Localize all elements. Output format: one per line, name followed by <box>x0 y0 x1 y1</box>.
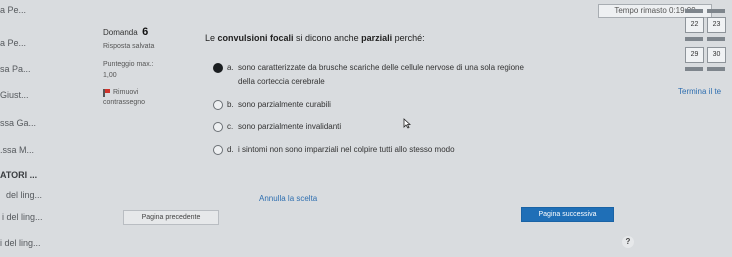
option-text: sono parzialmente curabili <box>238 100 331 109</box>
next-page-button[interactable]: Pagina successiva <box>521 207 614 222</box>
answer-option-c[interactable]: c. sono parzialmente invalidanti <box>213 122 413 134</box>
sidebar-item[interactable]: i del ling... <box>2 212 43 222</box>
flag-label-2: contrassegno <box>103 99 146 106</box>
option-text: sono caratterizzate da brusche scariche … <box>238 63 524 72</box>
radio-button[interactable] <box>213 145 223 155</box>
help-icon[interactable]: ? <box>622 236 634 248</box>
question-text-part: si dicono anche <box>293 33 362 43</box>
nav-status-bar <box>707 37 725 41</box>
quiz-nav-button[interactable]: 23 <box>707 17 726 33</box>
score-label: Punteggio max.: <box>103 61 154 68</box>
option-text: i sintomi non sono imparziali nel colpir… <box>238 145 455 154</box>
answer-option-a[interactable]: a. sono caratterizzate da brusche scaric… <box>213 63 633 89</box>
question-number: 6 <box>142 26 149 38</box>
radio-button-selected[interactable] <box>213 63 223 73</box>
nav-status-bar <box>685 9 703 13</box>
sidebar-item[interactable]: Giust... <box>0 90 29 100</box>
mouse-cursor-icon <box>403 118 411 129</box>
question-label: Domanda <box>103 28 138 37</box>
question-text-part: Le <box>205 33 218 43</box>
option-letter: d. <box>227 145 234 154</box>
quiz-nav-button[interactable]: 22 <box>685 17 704 33</box>
sidebar-item[interactable]: a Pe... <box>0 38 26 48</box>
flag-label: Rimuovi <box>113 89 139 96</box>
quiz-sidebar: a Pe... a Pe... sa Pa... Giust... ssa Ga… <box>0 0 92 257</box>
option-text-continued: della corteccia cerebrale <box>238 77 325 86</box>
option-letter: c. <box>227 122 234 131</box>
question-header: Domanda 6 <box>103 22 148 40</box>
question-text-part: perché: <box>392 33 425 43</box>
question-text-bold: convulsioni focali <box>217 33 294 43</box>
radio-button[interactable] <box>213 122 223 132</box>
flag-icon-pennant <box>105 89 110 93</box>
option-letter: b. <box>227 100 234 109</box>
finish-attempt-link[interactable]: Termina il te <box>678 87 721 96</box>
radio-button[interactable] <box>213 100 223 110</box>
answer-status: Risposta salvata <box>103 43 155 50</box>
nav-status-bar <box>707 67 725 71</box>
previous-page-button[interactable]: Pagina precedente <box>123 210 219 225</box>
sidebar-item[interactable]: ssa Ga... <box>0 118 36 128</box>
sidebar-section-heading: ATORI ... <box>0 170 38 180</box>
question-text: Le convulsioni focali si dicono anche pa… <box>205 33 425 43</box>
quiz-nav-button[interactable]: 29 <box>685 47 704 63</box>
sidebar-item[interactable]: .ssa M... <box>0 145 34 155</box>
sidebar-item[interactable]: del ling... <box>6 190 42 200</box>
answer-option-b[interactable]: b. sono parzialmente curabili <box>213 100 413 112</box>
sidebar-item[interactable]: i del ling... <box>0 238 41 248</box>
score-value: 1,00 <box>103 72 117 79</box>
clear-choice-link[interactable]: Annulla la scelta <box>259 194 317 203</box>
nav-status-bar <box>685 37 703 41</box>
quiz-nav-button[interactable]: 30 <box>707 47 726 63</box>
option-text: sono parzialmente invalidanti <box>238 122 342 131</box>
nav-status-bar <box>707 9 725 13</box>
option-letter: a. <box>227 63 234 72</box>
sidebar-item[interactable]: sa Pa... <box>0 64 31 74</box>
question-text-bold: parziali <box>361 33 393 43</box>
sidebar-item[interactable]: a Pe... <box>0 5 26 15</box>
nav-status-bar <box>685 67 703 71</box>
answer-option-d[interactable]: d. i sintomi non sono imparziali nel col… <box>213 145 543 157</box>
